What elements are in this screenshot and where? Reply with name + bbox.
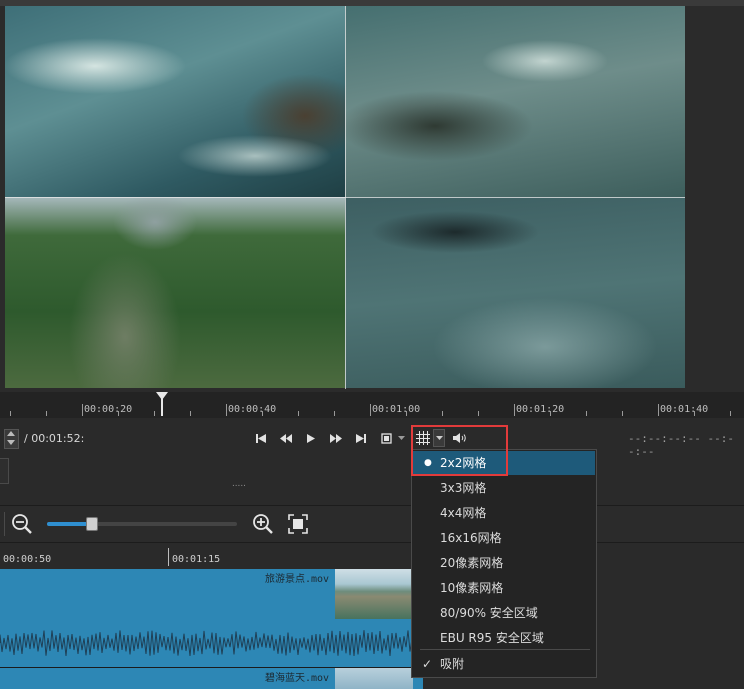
menu-item-label: 2x2网格 — [440, 456, 487, 470]
menu-item-label: 10像素网格 — [440, 581, 504, 595]
video-quadrant-bottom-left — [5, 197, 345, 388]
zoom-dropdown-arrow[interactable] — [395, 430, 407, 446]
skip-start-icon — [256, 433, 266, 443]
zoom-frame-icon — [380, 432, 392, 444]
audio-waveform[interactable] — [0, 619, 423, 667]
video-quadrant-top-right — [345, 6, 685, 197]
grid-icon — [416, 431, 430, 445]
rewind-button[interactable] — [277, 430, 295, 446]
zoom-out-icon — [12, 514, 32, 534]
toolbar-divider — [4, 512, 5, 536]
zoom-slider-handle[interactable] — [86, 517, 98, 531]
ruler-label: 00:01:40 — [660, 404, 709, 415]
clip-thumbnail — [335, 569, 413, 619]
waveform-graphic — [0, 630, 423, 656]
ruler-label: 00:00:40 — [228, 404, 277, 415]
ruler-label: 00:01:00 — [372, 404, 421, 415]
menu-item-4x4-grid[interactable]: 4x4网格 — [413, 501, 595, 525]
menu-item-3x3-grid[interactable]: 3x3网格 — [413, 476, 595, 500]
fast-forward-button[interactable] — [327, 430, 345, 446]
ruler-label: 00:01:20 — [516, 404, 565, 415]
menu-item-2x2-grid[interactable]: ● 2x2网格 — [413, 451, 595, 475]
collapsed-panel-edge[interactable] — [0, 458, 9, 484]
menu-item-label: 80/90% 安全区域 — [440, 606, 538, 620]
menu-item-label: EBU R95 安全区域 — [440, 631, 544, 645]
volume-icon — [453, 433, 466, 443]
zoom-out-button[interactable] — [11, 513, 35, 535]
zoom-in-button[interactable] — [252, 513, 276, 535]
grid-overlay-horizontal — [5, 197, 685, 198]
clip-name: 旅游景点.mov — [265, 574, 330, 585]
preview-time-ruler[interactable]: 00:00:20 00:00:40 00:01:00 00:01:20 00:0… — [0, 392, 744, 418]
clip-thumbnail — [335, 668, 413, 689]
timeline-ruler-tick — [168, 548, 169, 566]
volume-button[interactable] — [451, 430, 469, 446]
grid-button[interactable] — [414, 429, 432, 447]
rewind-icon — [280, 433, 292, 443]
grid-options-menu: ● 2x2网格 3x3网格 4x4网格 16x16网格 20像素网格 10像素网… — [411, 449, 597, 678]
menu-item-label: 16x16网格 — [440, 531, 502, 545]
spin-up-icon[interactable] — [7, 431, 15, 436]
ruler-label: 00:00:20 — [84, 404, 133, 415]
spin-down-icon[interactable] — [7, 440, 15, 445]
fit-to-window-icon — [288, 514, 308, 534]
menu-separator — [420, 649, 590, 650]
video-frame[interactable] — [5, 6, 685, 389]
waveform-path — [0, 630, 423, 656]
menu-item-10px-grid[interactable]: 10像素网格 — [413, 576, 595, 600]
zoom-preview-button[interactable] — [377, 430, 395, 446]
grid-dropdown-arrow[interactable] — [433, 429, 445, 447]
duration-label: / 00:01:52: — [24, 432, 85, 445]
menu-item-ebu-r95-safe-area[interactable]: EBU R95 安全区域 — [413, 626, 595, 650]
splitter-handle[interactable]: ..... — [232, 478, 246, 489]
menu-item-label: 20像素网格 — [440, 556, 504, 570]
menu-item-snap[interactable]: ✓ 吸附 — [413, 652, 595, 676]
clip-name: 碧海蓝天.mov — [265, 673, 330, 684]
zoom-fit-button[interactable] — [288, 514, 308, 534]
fast-forward-icon — [330, 433, 342, 443]
menu-item-label: 3x3网格 — [440, 481, 487, 495]
menu-item-20px-grid[interactable]: 20像素网格 — [413, 551, 595, 575]
chevron-down-icon — [435, 436, 443, 440]
skip-to-start-button[interactable] — [252, 430, 270, 446]
timeline-ruler[interactable] — [0, 542, 744, 569]
checkmark-icon: ✓ — [422, 657, 433, 671]
timeline-ruler-label: 00:00:50 — [3, 554, 52, 565]
radio-bullet-icon: ● — [424, 458, 432, 468]
video-quadrant-bottom-right — [345, 197, 685, 388]
timeline-ruler-label: 00:01:15 — [172, 554, 221, 565]
menu-item-label: 吸附 — [440, 657, 465, 671]
menu-item-label: 4x4网格 — [440, 506, 487, 520]
zoom-in-icon — [253, 514, 273, 534]
timecode-readout: --:--:--:-- --:--:-- — [628, 432, 734, 458]
play-icon — [307, 433, 315, 443]
menu-item-16x16-grid[interactable]: 16x16网格 — [413, 526, 595, 550]
play-button[interactable] — [302, 430, 320, 446]
skip-end-icon — [356, 433, 366, 443]
zoom-slider-fill — [47, 522, 89, 526]
skip-to-end-button[interactable] — [352, 430, 370, 446]
playhead-line — [161, 398, 163, 416]
menu-item-safe-area-80-90[interactable]: 80/90% 安全区域 — [413, 601, 595, 625]
chevron-down-icon — [397, 436, 405, 440]
video-quadrant-top-left — [5, 6, 345, 197]
